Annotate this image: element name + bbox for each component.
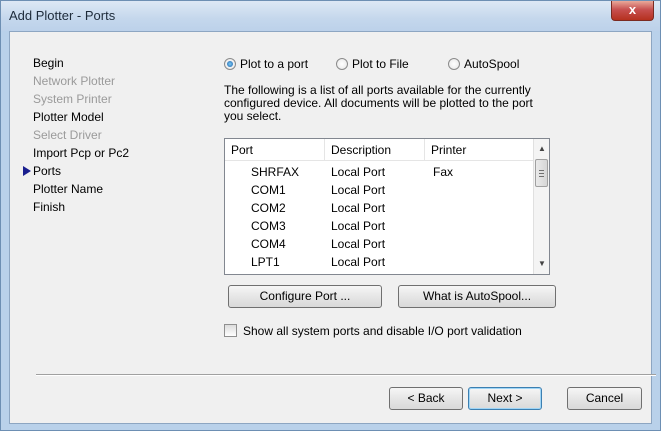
configure-port-button[interactable]: Configure Port ... (228, 285, 382, 308)
scroll-up-icon[interactable]: ▲ (534, 141, 549, 157)
description-cell: Local Port (331, 183, 386, 197)
scroll-thumb[interactable] (535, 159, 548, 187)
grip-line-icon (539, 170, 544, 171)
port-cell: COM2 (251, 201, 286, 215)
description-cell: Local Port (331, 201, 386, 215)
cancel-button[interactable]: Cancel (567, 387, 642, 410)
ports-list-scrollbar[interactable]: ▲ ▼ (533, 139, 549, 274)
table-row[interactable]: COM4 Local Port (225, 236, 535, 252)
port-cell: LPT1 (251, 255, 280, 269)
nav-item-ports-label: Ports (33, 164, 62, 178)
table-row[interactable]: COM2 Local Port (225, 200, 535, 216)
description-cell: Local Port (331, 237, 386, 251)
nav-item-select-driver: Select Driver (33, 128, 102, 142)
close-icon: x (628, 2, 637, 17)
column-header-port[interactable]: Port (225, 139, 325, 161)
table-row[interactable]: COM3 Local Port (225, 218, 535, 234)
column-header-description[interactable]: Description (325, 139, 425, 161)
column-header-printer[interactable]: Printer (425, 139, 535, 161)
port-cell: SHRFAX (251, 165, 300, 179)
add-plotter-dialog: Add Plotter - Ports x Begin Network Plot… (0, 0, 661, 431)
autospool-label: AutoSpool (464, 57, 520, 71)
port-cell: COM1 (251, 183, 286, 197)
table-row[interactable]: LPT1 Local Port (225, 254, 535, 270)
description-cell: Local Port (331, 255, 386, 269)
nav-item-import-pcp: Import Pcp or Pc2 (33, 146, 130, 160)
plot-to-port-label: Plot to a port (240, 57, 309, 71)
nav-item-ports: Ports (23, 163, 62, 179)
ports-list[interactable]: Port Description Printer SHRFAX Local Po… (224, 138, 550, 275)
radio-selected-icon (224, 58, 236, 70)
current-step-arrow-icon (23, 166, 31, 176)
window-title: Add Plotter - Ports (9, 8, 116, 23)
back-button[interactable]: < Back (389, 387, 463, 410)
ports-list-header: Port Description Printer (225, 139, 535, 161)
description-cell: Local Port (331, 165, 386, 179)
show-all-ports-label: Show all system ports and disable I/O po… (243, 324, 522, 338)
grip-line-icon (539, 176, 544, 177)
nav-item-network-plotter: Network Plotter (33, 74, 116, 88)
nav-item-begin: Begin (33, 56, 64, 70)
printer-cell: Fax (433, 165, 454, 179)
description-cell: Local Port (331, 219, 386, 233)
table-row[interactable]: COM1 Local Port (225, 182, 535, 198)
what-is-autospool-button[interactable]: What is AutoSpool... (398, 285, 556, 308)
title-bar[interactable]: Add Plotter - Ports x (1, 1, 660, 31)
grip-line-icon (539, 173, 544, 174)
next-button[interactable]: Next > (468, 387, 542, 410)
show-all-ports-checkbox[interactable] (224, 324, 237, 337)
plot-to-file-label: Plot to File (352, 57, 409, 71)
nav-item-plotter-model: Plotter Model (33, 110, 104, 124)
nav-item-plotter-name: Plotter Name (33, 182, 104, 196)
radio-unselected-icon (448, 58, 460, 70)
ports-description: The following is a list of all ports ava… (224, 83, 533, 123)
table-row[interactable]: SHRFAX Local Port Fax (225, 164, 535, 180)
nav-item-finish: Finish (33, 200, 66, 214)
radio-unselected-icon (336, 58, 348, 70)
close-button[interactable]: x (611, 1, 654, 21)
port-cell: COM3 (251, 219, 286, 233)
footer-separator (36, 374, 656, 376)
nav-item-system-printer: System Printer (33, 92, 112, 106)
port-cell: COM4 (251, 237, 286, 251)
dialog-client-area: Begin Network Plotter System Printer Plo… (9, 31, 656, 424)
scroll-down-icon[interactable]: ▼ (534, 256, 549, 272)
